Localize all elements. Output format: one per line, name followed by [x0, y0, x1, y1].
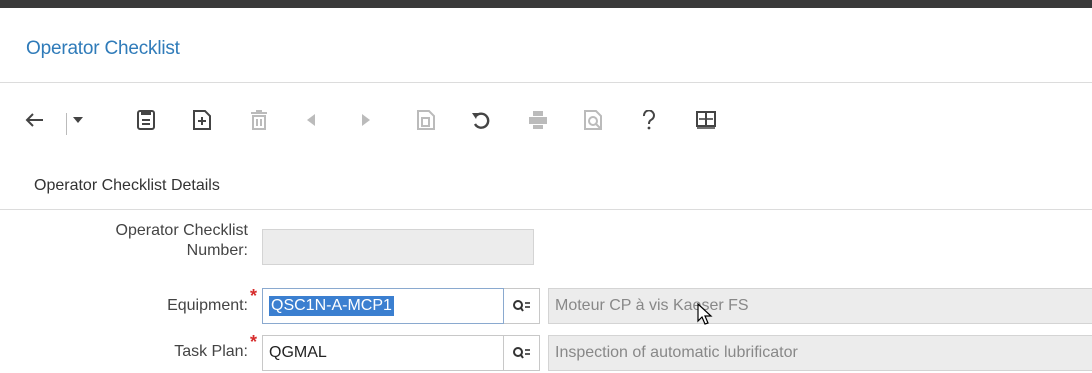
- back-arrow-icon[interactable]: [22, 103, 48, 137]
- book-icon[interactable]: [694, 103, 718, 137]
- print-icon[interactable]: [526, 103, 550, 137]
- chevron-down-icon[interactable]: [70, 103, 86, 137]
- refresh-icon[interactable]: [469, 103, 493, 137]
- equipment-description: Moteur CP à vis Kaeser FS: [548, 288, 1092, 324]
- task-plan-lookup-button[interactable]: [504, 335, 540, 371]
- task-plan-description: Inspection of automatic lubrificator: [548, 335, 1092, 371]
- mouse-cursor-icon: [697, 302, 715, 332]
- page-header: Operator Checklist: [0, 8, 1092, 83]
- toolbar-separator: [66, 113, 67, 135]
- section-title: Operator Checklist Details: [34, 177, 220, 194]
- print-preview-icon[interactable]: [582, 103, 606, 137]
- copy-icon[interactable]: [414, 103, 438, 137]
- equipment-lookup-button[interactable]: [504, 288, 540, 324]
- page-title: Operator Checklist: [26, 38, 180, 59]
- equipment-required-marker: *: [250, 286, 258, 306]
- lookup-icon: [512, 347, 530, 359]
- equipment-input[interactable]: QSC1N-A-MCP1: [262, 288, 504, 324]
- delete-icon[interactable]: [247, 103, 271, 137]
- new-record-icon[interactable]: [190, 103, 214, 137]
- equipment-value: QSC1N-A-MCP1: [269, 296, 394, 316]
- checklist-number-label-line1: Operator Checklist: [115, 222, 249, 239]
- checklist-number-field[interactable]: [262, 229, 534, 265]
- previous-icon[interactable]: [303, 103, 319, 137]
- save-icon[interactable]: [134, 103, 158, 137]
- details-section-header: Operator Checklist Details: [0, 163, 1092, 210]
- task-plan-input[interactable]: QGMAL: [262, 335, 504, 371]
- task-plan-label: Task Plan:: [174, 343, 248, 360]
- help-icon[interactable]: [639, 103, 659, 137]
- lookup-icon: [512, 300, 530, 312]
- checklist-number-label: Operator Checklist Number:: [48, 221, 249, 261]
- checklist-number-label-line2: Number:: [186, 242, 248, 259]
- next-icon[interactable]: [358, 103, 374, 137]
- top-bar: [0, 0, 1092, 8]
- task-plan-required-marker: *: [250, 332, 258, 352]
- equipment-label: Equipment:: [167, 297, 248, 314]
- toolbar: [0, 83, 1092, 163]
